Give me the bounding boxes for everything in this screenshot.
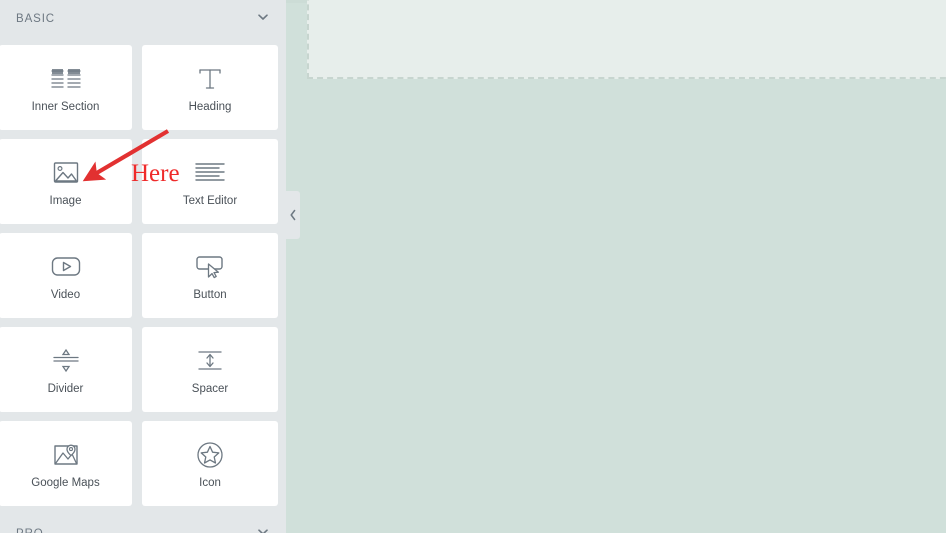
star-icon bbox=[190, 438, 230, 472]
chevron-down-icon[interactable] bbox=[256, 525, 270, 533]
panel-section-pro-header[interactable]: PRO bbox=[0, 515, 286, 533]
annotation-here-label: Here bbox=[131, 160, 180, 187]
widget-label: Spacer bbox=[191, 382, 229, 395]
panel-collapse-handle[interactable] bbox=[286, 191, 300, 239]
widget-label: Divider bbox=[47, 382, 84, 395]
heading-icon bbox=[190, 62, 230, 96]
google-maps-icon bbox=[46, 438, 86, 472]
button-icon bbox=[190, 250, 230, 284]
widget-spacer[interactable]: Spacer bbox=[142, 327, 278, 412]
widget-image[interactable]: Image bbox=[0, 139, 132, 224]
widget-label: Icon bbox=[199, 476, 221, 489]
widget-row: Inner Section Heading bbox=[0, 45, 286, 130]
widget-label: Video bbox=[50, 288, 81, 301]
widget-heading[interactable]: Heading bbox=[142, 45, 278, 130]
panel-section-basic-header[interactable]: BASIC bbox=[0, 0, 286, 38]
image-icon bbox=[46, 156, 86, 190]
text-editor-icon bbox=[190, 156, 230, 190]
divider-icon bbox=[46, 344, 86, 378]
widget-label: Image bbox=[49, 194, 82, 207]
widget-video[interactable]: Video bbox=[0, 233, 132, 318]
panel-section-basic-label: BASIC bbox=[16, 13, 56, 25]
app-root: Drag widget here BASIC bbox=[0, 0, 946, 533]
widget-grid: Inner Section Heading Image Text Editor … bbox=[0, 45, 286, 515]
chevron-left-icon bbox=[290, 209, 296, 221]
chevron-down-icon[interactable] bbox=[256, 10, 270, 29]
video-icon bbox=[46, 250, 86, 284]
widget-label: Button bbox=[193, 288, 227, 301]
widget-row: Google Maps Icon bbox=[0, 421, 286, 506]
widget-row: Divider Spacer bbox=[0, 327, 286, 412]
section-dropzone[interactable]: Drag widget here bbox=[307, 0, 946, 79]
widget-label: Text Editor bbox=[182, 194, 238, 207]
widget-label: Google Maps bbox=[31, 476, 100, 489]
panel-section-pro-label: PRO bbox=[16, 528, 44, 533]
spacer-icon bbox=[190, 344, 230, 378]
widget-button[interactable]: Button bbox=[142, 233, 278, 318]
widget-google-maps[interactable]: Google Maps bbox=[0, 421, 132, 506]
widget-divider[interactable]: Divider bbox=[0, 327, 132, 412]
widget-row: Video Button bbox=[0, 233, 286, 318]
widget-inner-section[interactable]: Inner Section bbox=[0, 45, 132, 130]
widget-label: Inner Section bbox=[31, 100, 100, 113]
inner-section-icon bbox=[46, 62, 86, 96]
widget-icon[interactable]: Icon bbox=[142, 421, 278, 506]
widget-label: Heading bbox=[188, 100, 232, 113]
widget-panel[interactable]: BASIC Inner Section Heading Image Text E… bbox=[0, 0, 286, 533]
editor-canvas[interactable]: Drag widget here bbox=[286, 0, 946, 533]
